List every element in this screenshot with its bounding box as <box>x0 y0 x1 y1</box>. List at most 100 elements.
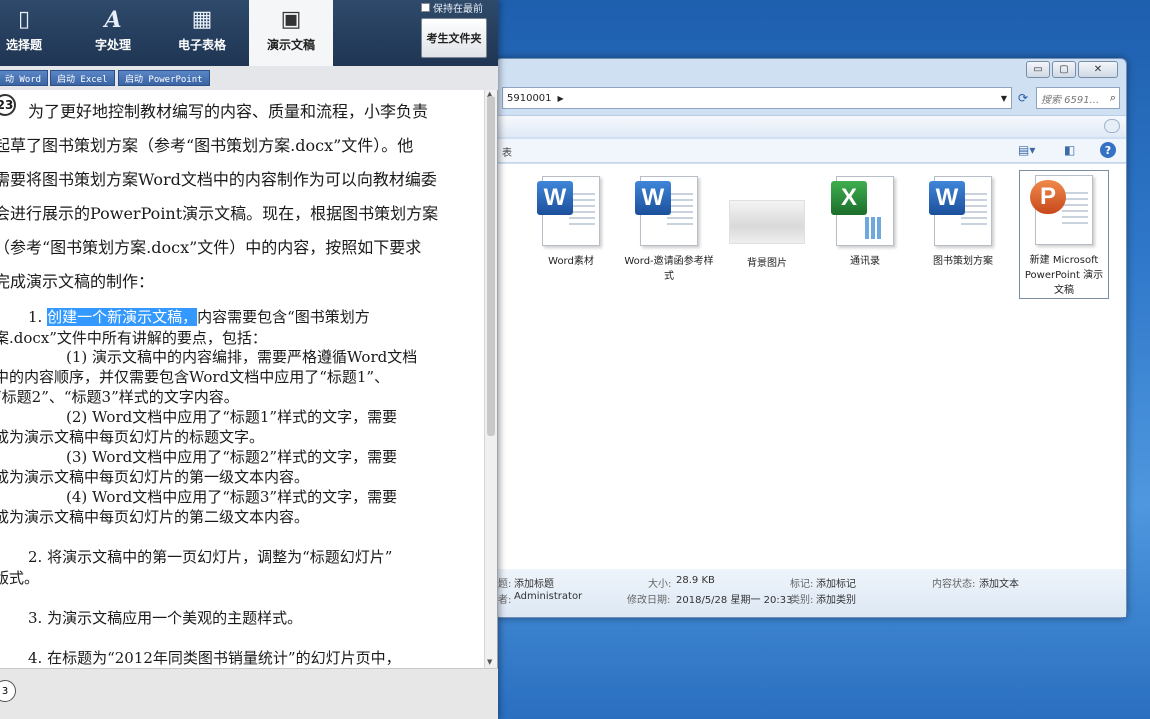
file-label: 新建 Microsoft PowerPoint 演示文稿 <box>1024 255 1104 296</box>
file-item-word-invitation[interactable]: W Word-邀请函参考样式 <box>624 172 714 282</box>
tab-label: 电子表格 <box>177 38 226 52</box>
refresh-icon[interactable]: ⟳ <box>1014 87 1032 109</box>
requirement-item-4: 4. 在标题为“2012年同类图书销量统计”的幻灯片页中， <box>28 649 401 667</box>
file-list: W Word素材 W Word-邀请函参考样式 背景图片 X 通讯录 W 图书策… <box>496 164 1126 569</box>
title-value[interactable]: 添加标题 <box>514 575 554 590</box>
search-input[interactable]: 搜索 6591... ⌕ <box>1036 87 1120 109</box>
tab-presentation[interactable]: ▣ 演示文稿 <box>249 0 333 66</box>
file-item-word-material[interactable]: W Word素材 <box>526 172 616 267</box>
explorer-window: ▭ ▢ ✕ 5910001 ▶ ▼ ⟳ 搜索 6591... ⌕ 表 ▤▾ ◧ … <box>495 58 1127 618</box>
sub-requirement: (3) Word文档中应用了“标题2”样式的文字，需要 <box>66 448 398 466</box>
title-label: 题: <box>498 579 512 590</box>
file-label: 通讯录 <box>850 256 880 267</box>
search-icon[interactable]: ⌕ <box>1110 91 1116 105</box>
word-file-icon: W <box>537 176 600 246</box>
launch-word-button[interactable]: 动 Word <box>0 70 49 86</box>
intro-line: 起草了图书策划方案（参考“图书策划方案.docx”文件）。他 <box>0 136 414 155</box>
scroll-down-icon[interactable]: ▼ <box>487 658 492 666</box>
file-item-contacts[interactable]: X 通讯录 <box>820 172 910 267</box>
item-text: 内容需要包含“图书策划方 <box>197 308 370 326</box>
requirement-line: 版式。 <box>0 569 40 587</box>
view-options-icon[interactable]: ▤▾ <box>1018 143 1035 157</box>
intro-line: 需要将图书策划方案Word文档中的内容制作为可以向教材编委 <box>0 170 437 189</box>
size-label: 大小: <box>648 579 672 590</box>
requirement-line: 案.docx”文件中所有讲解的要点，包括： <box>0 329 267 347</box>
item-number: 1. <box>28 308 43 326</box>
category-value[interactable]: 添加类别 <box>816 591 856 606</box>
powerpoint-file-icon: P <box>1030 175 1093 245</box>
address-bar[interactable]: 5910001 ▶ ▼ <box>502 87 1012 109</box>
toolbar-button[interactable] <box>1104 119 1120 133</box>
spreadsheet-icon: ▦ <box>191 7 213 32</box>
intro-line: （参考“图书策划方案.docx”文件）中的内容，按照如下要求 <box>0 238 422 257</box>
vertical-scrollbar[interactable]: ▲ ▼ <box>484 90 497 668</box>
size-value: 28.9 KB <box>676 575 715 586</box>
breadcrumb-chevron-icon[interactable]: ▶ <box>558 94 564 103</box>
excel-file-icon: X <box>831 176 894 246</box>
scroll-thumb[interactable] <box>487 96 495 436</box>
candidate-folder-button[interactable]: 考生文件夹 <box>421 18 487 58</box>
sub-requirement: (1) 演示文稿中的内容编排，需要严格遵循Word文档 <box>66 348 418 366</box>
tab-label: 演示文稿 <box>266 38 315 52</box>
command-bar <box>496 115 1126 137</box>
intro-line: 完成演示文稿的制作： <box>0 272 155 291</box>
dropdown-arrow-icon[interactable]: ▼ <box>1001 94 1007 103</box>
sub-requirement: (4) Word文档中应用了“标题3”样式的文字，需要 <box>66 488 398 506</box>
details-pane: 题: 添加标题 者: Administrator 大小: 28.9 KB 修改日… <box>496 569 1126 617</box>
word-file-icon: W <box>929 176 992 246</box>
requirement-item-3: 3. 为演示文稿应用一个美观的主题样式。 <box>28 609 303 627</box>
author-value[interactable]: Administrator <box>514 591 582 602</box>
word-file-icon: W <box>635 176 698 246</box>
page-indicator[interactable]: 3 <box>0 680 16 702</box>
tab-word-processing[interactable]: A 字处理 <box>71 0 155 66</box>
checkbox-icon[interactable] <box>421 3 430 12</box>
intro-line: 为了更好地控制教材编写的内容、质量和流程，小李负责 <box>28 102 429 121</box>
column-header: 表 <box>502 148 512 159</box>
requirement-item-2: 2. 将演示文稿中的第一页幻灯片，调整为“标题幻灯片” <box>28 548 393 566</box>
document-icon: ▯ <box>17 7 31 32</box>
tab-spreadsheet[interactable]: ▦ 电子表格 <box>160 0 244 66</box>
file-label: 图书策划方案 <box>933 256 993 267</box>
category-label: 类别: <box>790 595 814 606</box>
sub-requirement: 成为演示文稿中每页幻灯片的第二级文本内容。 <box>0 508 310 526</box>
file-item-book-plan[interactable]: W 图书策划方案 <box>918 172 1008 267</box>
launch-excel-button[interactable]: 启动 Excel <box>50 70 115 86</box>
sub-requirement: (2) Word文档中应用了“标题1”样式的文字，需要 <box>66 408 398 426</box>
modified-label: 修改日期: <box>627 595 671 606</box>
presentation-icon: ▣ <box>280 7 302 32</box>
modified-value: 2018/5/28 星期一 20:33 <box>676 595 793 606</box>
tags-label: 标记: <box>790 579 814 590</box>
exam-top-nav: ▯ 选择题 A 字处理 ▦ 电子表格 ▣ 演示文稿 保持在最前 考生文件夹 <box>0 0 498 66</box>
file-item-new-powerpoint[interactable]: P 新建 Microsoft PowerPoint 演示文稿 <box>1019 170 1109 299</box>
launch-bar: 动 Word 启动 Excel 启动 PowerPoint <box>0 66 498 90</box>
maximize-button[interactable]: ▢ <box>1052 61 1076 78</box>
tab-label: 字处理 <box>94 38 131 52</box>
question-number: 23 <box>0 94 16 116</box>
sub-requirement: 成为演示文稿中每页幻灯片的第一级文本内容。 <box>0 468 310 486</box>
sub-requirement: 中的内容顺序，并仅需要包含Word文档中应用了“标题1”、 <box>0 368 390 386</box>
bottom-bar: 3 <box>0 668 498 719</box>
file-item-background-image[interactable]: 背景图片 <box>722 172 812 269</box>
minimize-button[interactable]: ▭ <box>1026 61 1050 78</box>
keep-on-top-label: 保持在最前 <box>433 4 483 15</box>
close-button[interactable]: ✕ <box>1078 61 1118 78</box>
preview-pane-icon[interactable]: ◧ <box>1064 143 1075 157</box>
author-label: 者: <box>498 595 512 606</box>
exam-panel: ▯ 选择题 A 字处理 ▦ 电子表格 ▣ 演示文稿 保持在最前 考生文件夹 动 … <box>0 0 498 719</box>
tab-choice[interactable]: ▯ 选择题 <box>0 0 66 66</box>
tags-value[interactable]: 添加标记 <box>816 575 856 590</box>
letter-a-icon: A <box>104 7 122 33</box>
file-label: Word-邀请函参考样式 <box>624 256 714 282</box>
file-label: 背景图片 <box>747 258 787 269</box>
address-text: 5910001 <box>507 92 552 104</box>
sub-requirement: 成为演示文稿中每页幻灯片的标题文字。 <box>0 428 265 446</box>
status-value[interactable]: 添加文本 <box>979 575 1019 590</box>
keep-on-top-checkbox[interactable]: 保持在最前 <box>421 0 483 15</box>
image-file-icon <box>729 200 805 244</box>
file-label: Word素材 <box>548 256 594 267</box>
selected-text[interactable]: 创建一个新演示文稿， <box>47 308 198 326</box>
help-icon[interactable]: ? <box>1100 142 1116 158</box>
requirement-item-1: 1. 创建一个新演示文稿，内容需要包含“图书策划方 <box>28 306 370 327</box>
window-controls: ▭ ▢ ✕ <box>1026 61 1118 78</box>
launch-powerpoint-button[interactable]: 启动 PowerPoint <box>118 70 210 86</box>
